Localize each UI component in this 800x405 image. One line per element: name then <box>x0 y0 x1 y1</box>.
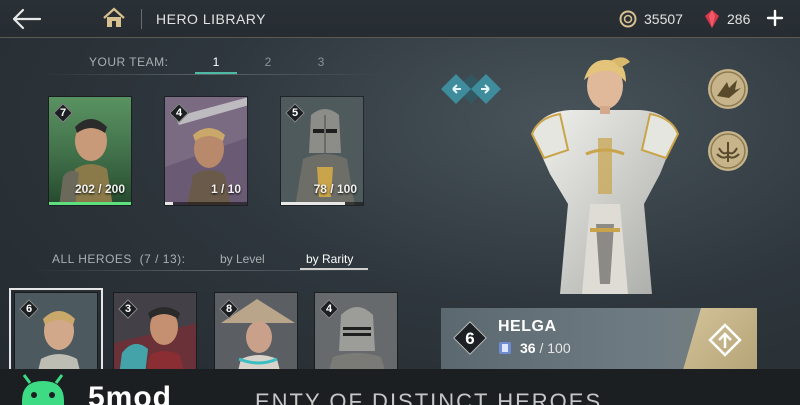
level-badge: 4 <box>319 299 339 319</box>
active-sort-indicator <box>300 268 368 270</box>
level-badge: 8 <box>219 299 239 319</box>
hero-count: (7 / 13): <box>139 252 186 266</box>
home-icon[interactable] <box>102 7 126 29</box>
team-divider <box>40 74 380 75</box>
gem-icon <box>704 9 720 29</box>
android-icon <box>12 373 74 405</box>
card-progress-bar <box>165 202 247 205</box>
level-badge: 5 <box>285 103 305 123</box>
card-progress: 202 / 200 <box>74 182 125 196</box>
level-badge: 4 <box>169 103 189 123</box>
all-heroes-divider <box>30 270 390 271</box>
active-tab-indicator <box>195 72 237 74</box>
level-badge: 7 <box>53 103 73 123</box>
all-heroes-label: ALL HEROES (7 / 13): <box>52 252 186 266</box>
header-divider <box>141 9 142 29</box>
hero-name: HELGA <box>498 318 557 335</box>
watermark-brand: 5mod <box>88 381 173 405</box>
card-progress-bar <box>49 202 131 205</box>
your-team-label: YOUR TEAM: <box>89 55 169 69</box>
card-progress-bar <box>281 202 363 205</box>
tagline-text: ENTY OF DISTINCT HEROES <box>255 389 603 405</box>
plus-icon[interactable] <box>764 7 786 29</box>
card-progress: 78 / 100 <box>313 182 357 196</box>
gem-balance: 286 <box>727 11 751 27</box>
back-arrow-icon[interactable] <box>10 6 44 32</box>
selected-hero-frame <box>9 288 103 378</box>
coin-balance: 35507 <box>644 11 683 27</box>
level-badge: 3 <box>118 299 138 319</box>
team-hero-card[interactable]: 7 202 / 200 <box>48 96 132 206</box>
hero-model <box>520 54 690 310</box>
hero-level-badge: 6 <box>452 320 488 356</box>
sort-by-rarity[interactable]: by Rarity <box>306 252 353 266</box>
card-progress: 1 / 10 <box>210 182 241 196</box>
sort-by-level[interactable]: by Level <box>220 252 265 266</box>
upgrade-arrow-icon[interactable] <box>706 322 744 358</box>
team-tab-2[interactable]: 2 <box>248 55 288 69</box>
team-hero-card[interactable]: 5 78 / 100 <box>280 96 364 206</box>
swap-arrows-icon[interactable] <box>440 64 502 114</box>
eagle-emblem-icon[interactable] <box>707 68 749 110</box>
coin-icon <box>619 10 637 28</box>
hero-card-progress: 36 / 100 <box>520 340 571 356</box>
team-hero-card[interactable]: 4 1 / 10 <box>164 96 248 206</box>
team-tab-3[interactable]: 3 <box>301 55 341 69</box>
team-tab-1[interactable]: 1 <box>196 55 236 69</box>
hero-card-icon <box>498 341 512 355</box>
page-title: HERO LIBRARY <box>156 11 266 27</box>
wings-emblem-icon[interactable] <box>707 130 749 172</box>
